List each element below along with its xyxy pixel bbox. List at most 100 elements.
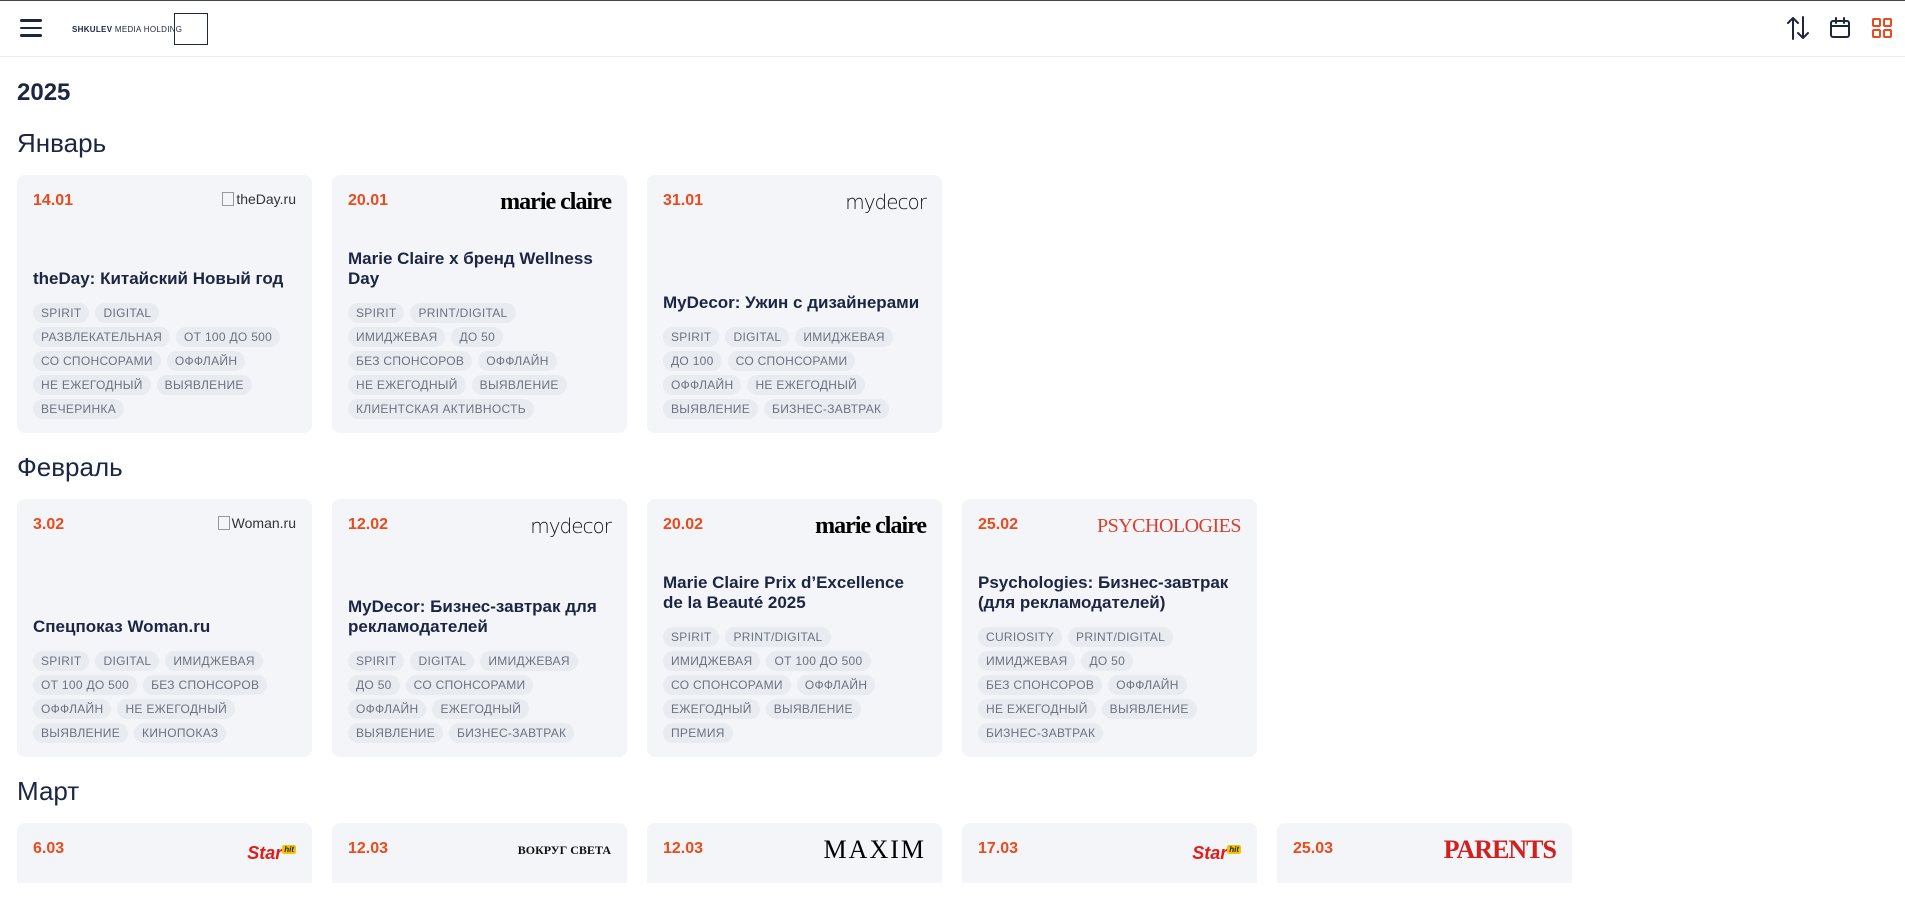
event-tag[interactable]: ИМИДЖЕВАЯ: [348, 327, 446, 347]
event-card[interactable]: 25.03 PARENTS: [1277, 823, 1572, 883]
event-tags: SPIRIT PRINT/DIGITAL ИМИДЖЕВАЯ ОТ 100 ДО 50…: [663, 627, 926, 743]
event-tag[interactable]: DIGITAL: [725, 327, 790, 347]
event-card-header: 6.03 Star hit: [33, 837, 296, 865]
brand-sup: hit: [1227, 845, 1241, 854]
event-tag[interactable]: НЕ ЕЖЕГОДНЫЙ: [117, 699, 236, 719]
event-tag[interactable]: SPIRIT: [663, 327, 720, 347]
event-tag[interactable]: PRINT/DIGITAL: [410, 303, 516, 323]
event-tag[interactable]: SPIRIT: [348, 303, 405, 323]
sort-icon[interactable]: [1785, 15, 1811, 41]
event-tag[interactable]: ИМИДЖЕВАЯ: [165, 651, 263, 671]
event-tag[interactable]: DIGITAL: [95, 651, 160, 671]
event-tag[interactable]: ПРЕМИЯ: [663, 723, 733, 743]
event-tag[interactable]: ВЕЧЕРИНКА: [33, 399, 124, 419]
event-tag[interactable]: БИЗНЕС-ЗАВТРАК: [764, 399, 890, 419]
event-card[interactable]: 12.02 mydecor MyDecor: Бизнес-завтрак для …: [332, 499, 627, 757]
event-card[interactable]: 12.03 ВОКРУГ СВЕТА: [332, 823, 627, 883]
top-bar: SHKULEV MEDIA HOLDING: [0, 1, 1905, 57]
event-tag[interactable]: ОТ 100 ДО 500: [33, 675, 138, 695]
event-tag[interactable]: ВЫЯВЛЕНИЕ: [1101, 699, 1197, 719]
event-tag[interactable]: ОТ 100 ДО 500: [766, 651, 871, 671]
event-card[interactable]: 17.03 Star hit: [962, 823, 1257, 883]
event-tag[interactable]: ИМИДЖЕВАЯ: [480, 651, 578, 671]
event-tag[interactable]: КИНОПОКАЗ: [134, 723, 227, 743]
event-card[interactable]: 12.03 MAXIM: [647, 823, 942, 883]
event-tag[interactable]: ВЫЯВЛЕНИЕ: [663, 399, 759, 419]
event-tag[interactable]: ДО 100: [663, 351, 722, 371]
brand-sup: hit: [282, 845, 296, 854]
event-tag[interactable]: НЕ ЕЖЕГОДНЫЙ: [978, 699, 1096, 719]
event-tag[interactable]: ВЫЯВЛЕНИЕ: [471, 375, 567, 395]
menu-icon[interactable]: [20, 19, 46, 39]
event-tag[interactable]: СО СПОНСОРАМИ: [727, 351, 856, 371]
event-cards-row: 3.02 Woman.ru Спецпоказ Woman.ru SPIRIT DIGI…: [17, 499, 1897, 757]
event-card[interactable]: 20.02 marie claire Marie Claire Prix d’Exc…: [647, 499, 942, 757]
event-tag[interactable]: БИЗНЕС-ЗАВТРАК: [978, 723, 1104, 743]
event-tag[interactable]: ДО 50: [451, 327, 504, 347]
event-tag[interactable]: ОФФЛАЙН: [166, 351, 246, 371]
event-tag[interactable]: НЕ ЕЖЕГОДНЫЙ: [33, 375, 151, 395]
event-tag[interactable]: ДО 50: [348, 675, 400, 695]
event-tag[interactable]: БЕЗ СПОНСОРОВ: [143, 675, 268, 695]
event-tag[interactable]: БИЗНЕС-ЗАВТРАК: [449, 723, 575, 743]
event-tag[interactable]: ИМИДЖЕВАЯ: [663, 651, 761, 671]
event-date: 17.03: [978, 840, 1019, 857]
month-heading: Март: [17, 776, 80, 806]
event-tag[interactable]: СО СПОНСОРАМИ: [663, 675, 791, 695]
event-tag[interactable]: SPIRIT: [348, 651, 405, 671]
event-tag[interactable]: ДО 50: [1081, 651, 1134, 671]
event-tag[interactable]: SPIRIT: [33, 303, 90, 323]
event-tag[interactable]: PRINT/DIGITAL: [725, 627, 831, 647]
event-tag[interactable]: ОФФЛАЙН: [348, 699, 427, 719]
event-tag[interactable]: DIGITAL: [95, 303, 160, 323]
brand-name: MAXIM: [823, 835, 926, 864]
event-tag[interactable]: НЕ ЕЖЕГОДНЫЙ: [747, 375, 866, 395]
event-date: 25.03: [1293, 840, 1334, 857]
event-tag[interactable]: ЕЖЕГОДНЫЙ: [663, 699, 760, 719]
event-tag[interactable]: НЕ ЕЖЕГОДНЫЙ: [348, 375, 466, 395]
month-heading: Февраль: [17, 452, 123, 482]
event-tag[interactable]: БЕЗ СПОНСОРОВ: [348, 351, 473, 371]
event-card-body: MyDecor: Бизнес-завтрак для рекламодател…: [348, 541, 611, 743]
event-card[interactable]: 25.02 PSYCHOLOGIES Psychologies: Бизнес-за…: [962, 499, 1257, 757]
event-date: 25.02: [978, 516, 1019, 533]
event-tag[interactable]: ОФФЛАЙН: [33, 699, 112, 719]
event-tag[interactable]: СО СПОНСОРАМИ: [405, 675, 534, 695]
logo-frame: [174, 13, 209, 45]
event-card[interactable]: 14.01 theDay.ru theDay: Китайский Новый го…: [17, 175, 312, 433]
event-tag[interactable]: ОФФЛАЙН: [1108, 675, 1187, 695]
event-tag[interactable]: РАЗВЛЕКАТЕЛЬНАЯ: [33, 327, 171, 347]
event-tag[interactable]: DIGITAL: [410, 651, 475, 671]
event-tag[interactable]: ВЫЯВЛЕНИЕ: [765, 699, 861, 719]
event-date: 6.03: [33, 840, 65, 857]
grid-icon[interactable]: [1869, 15, 1895, 41]
event-tag[interactable]: ВЫЯВЛЕНИЕ: [33, 723, 129, 743]
event-tag[interactable]: СО СПОНСОРАМИ: [33, 351, 161, 371]
event-tag[interactable]: CURIOSITY: [978, 627, 1063, 647]
event-card[interactable]: 3.02 Woman.ru Спецпоказ Woman.ru SPIRIT DIGI…: [17, 499, 312, 757]
event-card-header: 17.03 Star hit: [978, 837, 1241, 865]
event-tag[interactable]: ОФФЛАЙН: [663, 375, 742, 395]
brand-logo: Star hit: [247, 837, 296, 866]
logo[interactable]: SHKULEV MEDIA HOLDING: [72, 13, 209, 45]
event-tag[interactable]: ОФФЛАЙН: [478, 351, 557, 371]
event-card[interactable]: 6.03 Star hit: [17, 823, 312, 883]
event-tag[interactable]: SPIRIT: [33, 651, 90, 671]
event-card[interactable]: 31.01 mydecor MyDecor: Ужин с дизайнерами S…: [647, 175, 942, 433]
calendar-icon[interactable]: [1827, 15, 1853, 41]
event-date: 12.03: [348, 840, 389, 857]
event-tag[interactable]: SPIRIT: [663, 627, 720, 647]
event-date: 20.01: [348, 192, 389, 209]
event-title: MyDecor: Ужин с дизайнерами: [663, 293, 920, 312]
event-tag[interactable]: ОТ 100 ДО 500: [176, 327, 281, 347]
event-tag[interactable]: КЛИЕНТСКАЯ АКТИВНОСТЬ: [348, 399, 534, 419]
event-tag[interactable]: ЕЖЕГОДНЫЙ: [432, 699, 530, 719]
event-tag[interactable]: ВЫЯВЛЕНИЕ: [348, 723, 444, 743]
event-tag[interactable]: ВЫЯВЛЕНИЕ: [156, 375, 252, 395]
event-tag[interactable]: ИМИДЖЕВАЯ: [795, 327, 893, 347]
event-tag[interactable]: БЕЗ СПОНСОРОВ: [978, 675, 1103, 695]
event-tag[interactable]: ОФФЛАЙН: [796, 675, 876, 695]
event-card[interactable]: 20.01 marie claire Marie Claire x бренд We…: [332, 175, 627, 433]
event-tag[interactable]: PRINT/DIGITAL: [1068, 627, 1174, 647]
event-tag[interactable]: ИМИДЖЕВАЯ: [978, 651, 1076, 671]
